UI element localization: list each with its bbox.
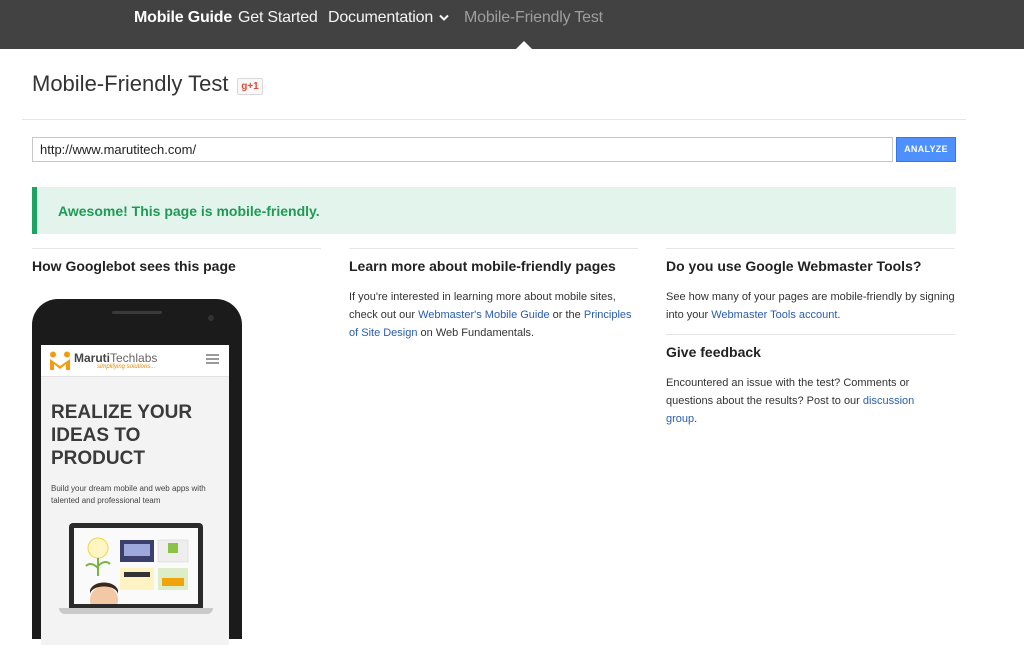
webmaster-tools-heading: Do you use Google Webmaster Tools?	[666, 258, 922, 274]
preview-header: MarutiTechlabs simplifying solutions...	[41, 345, 229, 377]
column-divider	[32, 248, 321, 249]
webmaster-tools-text-2: .	[837, 309, 841, 321]
preview-brand: MarutiTechlabs	[74, 351, 157, 365]
learn-more-text-3: on Web Fundamentals.	[417, 327, 535, 339]
webmaster-tools-account-link[interactable]: Webmaster Tools account	[711, 309, 837, 321]
result-message: Awesome! This page is mobile-friendly.	[58, 203, 320, 219]
learn-more-paragraph: If you're interested in learning more ab…	[349, 288, 639, 342]
feedback-paragraph: Encountered an issue with the test? Comm…	[666, 374, 946, 428]
nav-brand-mobile-guide[interactable]: Mobile Guide	[134, 9, 232, 27]
active-tab-indicator	[516, 41, 532, 49]
result-banner: Awesome! This page is mobile-friendly.	[32, 187, 956, 234]
preview-tagline: simplifying solutions...	[97, 364, 156, 370]
page-title: Mobile-Friendly Test	[32, 71, 229, 96]
nav-get-started[interactable]: Get Started	[238, 9, 318, 27]
learn-more-heading: Learn more about mobile-friendly pages	[349, 258, 616, 274]
give-feedback-heading: Give feedback	[666, 344, 761, 360]
divider	[22, 119, 966, 120]
column-divider	[666, 334, 955, 335]
webmasters-mobile-guide-link[interactable]: Webmaster's Mobile Guide	[418, 309, 550, 321]
top-nav: Mobile Guide Get Started Documentation M…	[0, 0, 1024, 49]
column-divider	[349, 248, 638, 249]
laptop-base	[59, 608, 213, 614]
nav-mobile-friendly-test[interactable]: Mobile-Friendly Test	[464, 9, 603, 27]
preview-hero-subtext: Build your dream mobile and web apps wit…	[51, 484, 206, 505]
chevron-down-icon	[439, 14, 449, 21]
laptop-illustration	[69, 523, 203, 609]
webmaster-tools-paragraph: See how many of your pages are mobile-fr…	[666, 288, 956, 324]
analyze-button[interactable]: ANALYZE	[896, 137, 956, 162]
preview-brand-a: Maruti	[74, 351, 110, 365]
hamburger-menu-icon	[206, 354, 219, 364]
phone-speaker	[112, 311, 162, 314]
gplus-button[interactable]: g+1	[237, 78, 263, 95]
preview-brand-b: Techlabs	[110, 351, 158, 365]
maruti-logo-icon	[50, 351, 70, 370]
laptop-screen	[74, 528, 198, 604]
phone-screen: MarutiTechlabs simplifying solutions... …	[41, 345, 229, 645]
nav-documentation[interactable]: Documentation	[328, 9, 449, 27]
preview-hero-text: REALIZE YOUR IDEAS TO PRODUCT	[51, 402, 193, 469]
column-divider	[666, 248, 955, 249]
phone-camera	[208, 315, 214, 321]
url-input[interactable]	[32, 137, 893, 162]
feedback-end: .	[694, 413, 698, 425]
learn-more-text-2: or the	[549, 309, 584, 321]
phone-preview: MarutiTechlabs simplifying solutions... …	[32, 299, 242, 645]
googlebot-heading: How Googlebot sees this page	[32, 258, 236, 274]
nav-documentation-label: Documentation	[328, 9, 434, 26]
laptop-screen-art	[74, 528, 198, 604]
